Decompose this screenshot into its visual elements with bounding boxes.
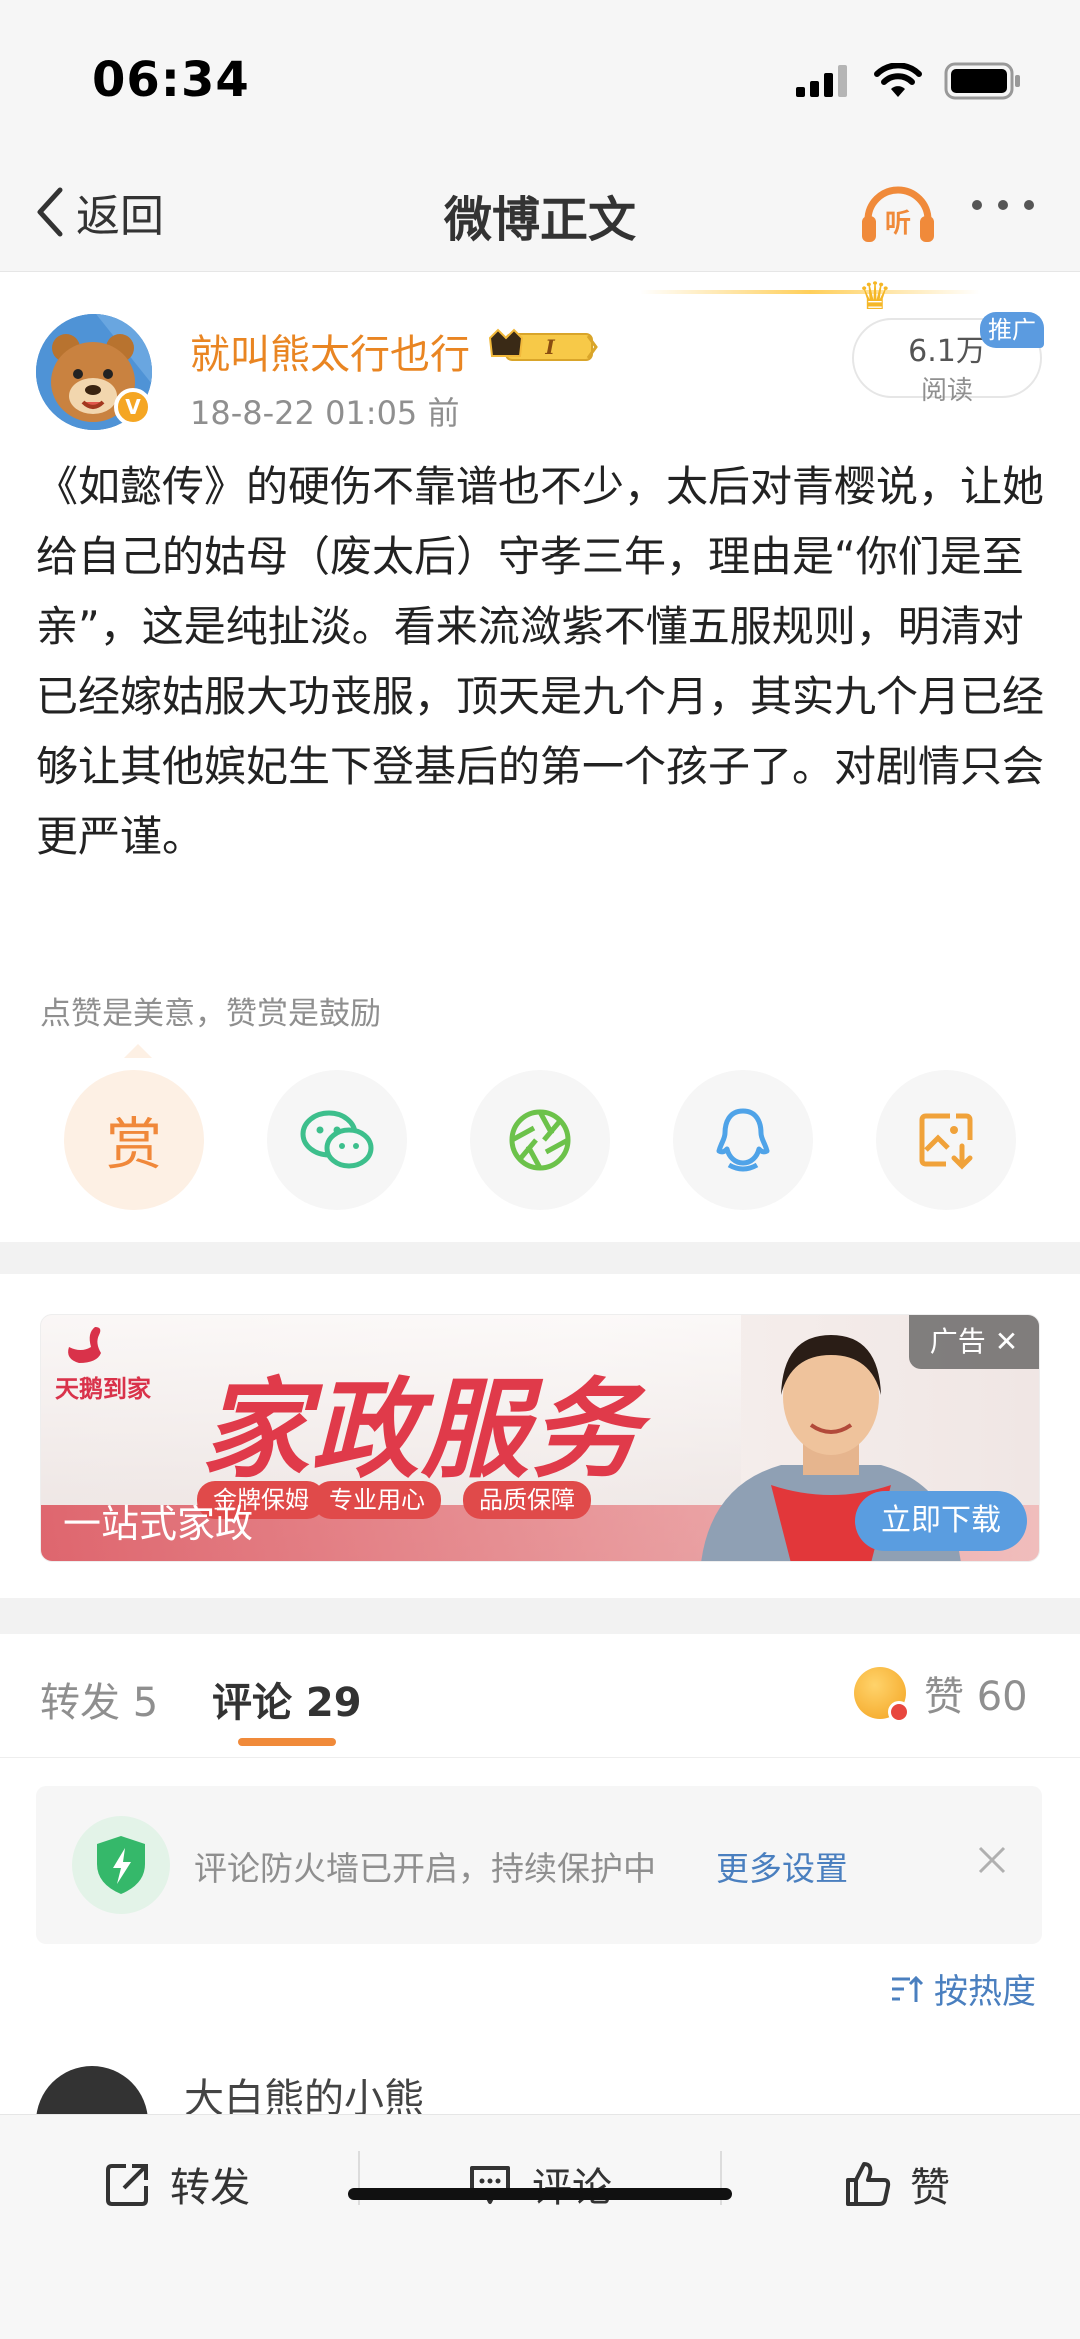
home-indicator: [348, 2188, 732, 2200]
firewall-text: 评论防火墙已开启，持续保护中: [194, 1849, 656, 1888]
close-icon[interactable]: [972, 1840, 1012, 1880]
chevron-left-icon: [37, 187, 63, 237]
comment-icon: [470, 2166, 510, 2204]
back-label: 返回: [76, 191, 164, 242]
like-coin-icon: [854, 1667, 910, 1723]
battery-icon: [944, 62, 1020, 100]
post-card: ♛ V 就叫熊太行也行 I 18-8-22 01:05 前 6.1万 阅读 推广…: [0, 272, 1080, 1242]
share-row: 赏: [64, 1070, 1016, 1210]
like-count-label: 赞 60: [924, 1674, 1028, 1720]
ad-banner[interactable]: 天鹅到家 家政服务 金牌保姆 专业用心 品质保障 一站式家政 广告 ✕ 立即下载: [40, 1314, 1040, 1562]
sort-icon: [892, 1975, 924, 2002]
more-dot-icon: [1024, 200, 1034, 210]
comment-item[interactable]: 大白熊的小熊: [0, 2058, 1080, 2118]
vip-level-badge-icon[interactable]: I: [488, 326, 598, 366]
share-moments-button[interactable]: [470, 1070, 610, 1210]
close-icon[interactable]: ✕: [995, 1325, 1018, 1358]
verified-badge-icon: V: [114, 388, 152, 426]
like-label: 赞: [910, 2165, 950, 2211]
author-name[interactable]: 就叫熊太行也行: [190, 322, 470, 380]
ad-pill: 品质保障: [463, 1481, 591, 1519]
ad-download-button[interactable]: 立即下载: [855, 1491, 1027, 1551]
wifi-icon: [874, 63, 922, 97]
status-icons: [796, 62, 1022, 100]
section-divider: [0, 1598, 1080, 1634]
share-qq-button[interactable]: [673, 1070, 813, 1210]
hint-pointer: [124, 1044, 152, 1058]
ad-brand: 天鹅到家: [55, 1375, 151, 1403]
reward-button[interactable]: 赏: [64, 1070, 204, 1210]
bottom-action-bar: 转发 评论 赞: [0, 2114, 1080, 2339]
more-dot-icon: [998, 200, 1008, 210]
ad-label-text: 广告: [929, 1325, 986, 1358]
ad-label[interactable]: 广告 ✕: [909, 1315, 1039, 1369]
wechat-icon: [300, 1110, 374, 1169]
share-wechat-button[interactable]: [267, 1070, 407, 1210]
save-image-button[interactable]: [876, 1070, 1016, 1210]
crown-icon: ♛: [858, 274, 893, 318]
status-bar: 06:34: [0, 0, 1080, 150]
ad-slogan: 一站式家政: [63, 1502, 254, 1546]
section-divider: [0, 1242, 1080, 1274]
interaction-tabs: 转发 5 评论 29 赞 60: [0, 1634, 1080, 1758]
nav-bar: 返回 微博正文 听: [0, 150, 1080, 272]
firewall-settings-link[interactable]: 更多设置: [716, 1842, 848, 1890]
cellular-signal-icon: [796, 65, 847, 97]
sort-label: 按热度: [934, 1972, 1036, 2012]
promo-tag: 推广: [980, 312, 1044, 348]
sort-button[interactable]: 按热度: [890, 1964, 1036, 2013]
ad-pill: 专业用心: [313, 1481, 441, 1519]
svg-text:I: I: [544, 335, 555, 359]
thumbs-up-icon: [846, 2162, 891, 2206]
active-tab-indicator: [238, 1738, 336, 1746]
more-dot-icon: [972, 200, 982, 210]
comment-button[interactable]: 评论: [466, 2155, 612, 2213]
tab-repost[interactable]: 转发 5: [40, 1670, 158, 1728]
tab-like[interactable]: 赞 60: [854, 1664, 1028, 1723]
svg-text:听: 听: [885, 209, 911, 239]
comment-label: 评论: [532, 2155, 612, 2213]
swan-logo-icon: [68, 1327, 101, 1363]
shield-icon: [72, 1816, 170, 1914]
comment-firewall-notice: 评论防火墙已开启，持续保护中 更多设置: [36, 1786, 1042, 1944]
repost-button[interactable]: 转发: [104, 2155, 250, 2213]
back-button[interactable]: 返回: [30, 180, 164, 244]
moments-icon: [509, 1109, 571, 1171]
status-time: 06:34: [92, 52, 250, 108]
listen-button[interactable]: 听: [858, 176, 938, 246]
ad-title: 家政服务: [201, 1367, 642, 1493]
reward-icon: 赏: [106, 1112, 162, 1178]
commenter-avatar[interactable]: [36, 2066, 148, 2118]
more-menu-button[interactable]: [972, 200, 1034, 210]
commenter-name[interactable]: 大白熊的小熊: [184, 2066, 424, 2118]
repost-label: 转发: [170, 2165, 250, 2211]
reward-hint: 点赞是美意，赞赏是鼓励: [40, 996, 381, 1032]
qq-icon: [716, 1108, 770, 1172]
repost-icon: [106, 2164, 148, 2206]
headphones-icon: 听: [862, 186, 934, 242]
promo-line: [640, 290, 980, 294]
tab-comment[interactable]: 评论 29: [212, 1670, 362, 1728]
post-timestamp: 18-8-22 01:05 前: [190, 394, 460, 432]
save-image-icon: [919, 1113, 973, 1170]
post-body-text: 《如懿传》的硬伤不靠谱也不少，太后对青樱说，让她给自己的姑母（废太后）守孝三年，…: [36, 462, 1045, 861]
like-button[interactable]: 赞: [844, 2155, 950, 2213]
read-count-label: 阅读: [920, 376, 973, 406]
